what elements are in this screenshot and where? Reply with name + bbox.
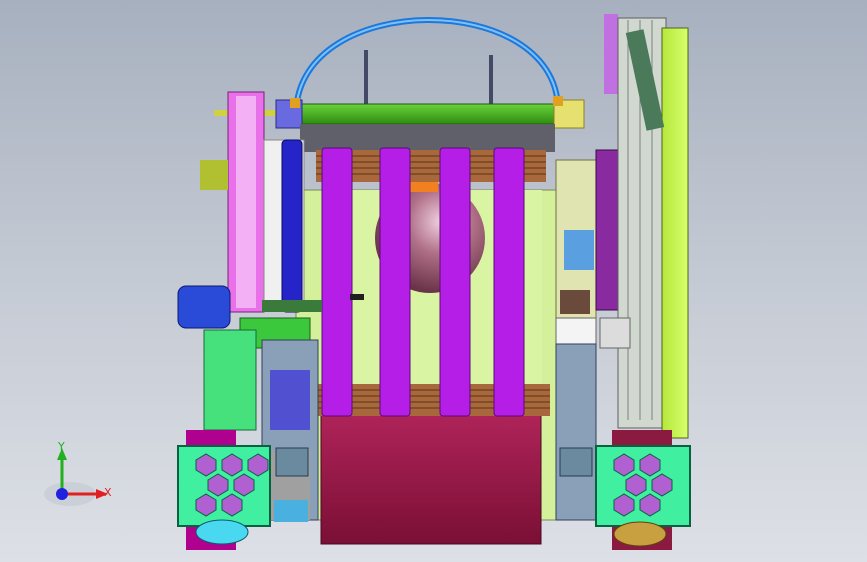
cad-viewport[interactable]: X Y	[0, 0, 867, 562]
robot-assembly-model[interactable]	[0, 0, 867, 562]
intake-belt-1	[321, 147, 353, 417]
y-axis-label: Y	[58, 440, 65, 453]
hopper-block	[320, 411, 542, 545]
coordinate-triad: X Y	[40, 432, 130, 512]
left-drive-belt	[281, 139, 303, 313]
axis-triad-icon	[44, 448, 108, 506]
pneumatic-cylinder	[299, 103, 556, 125]
pneumatic-hose	[293, 17, 561, 113]
drive-motor	[177, 285, 231, 329]
right-side-plate	[661, 27, 689, 439]
intake-belt-3	[439, 147, 471, 417]
x-axis-label: X	[104, 486, 112, 499]
intake-belt-2	[379, 147, 411, 417]
intake-belt-4	[493, 147, 525, 417]
